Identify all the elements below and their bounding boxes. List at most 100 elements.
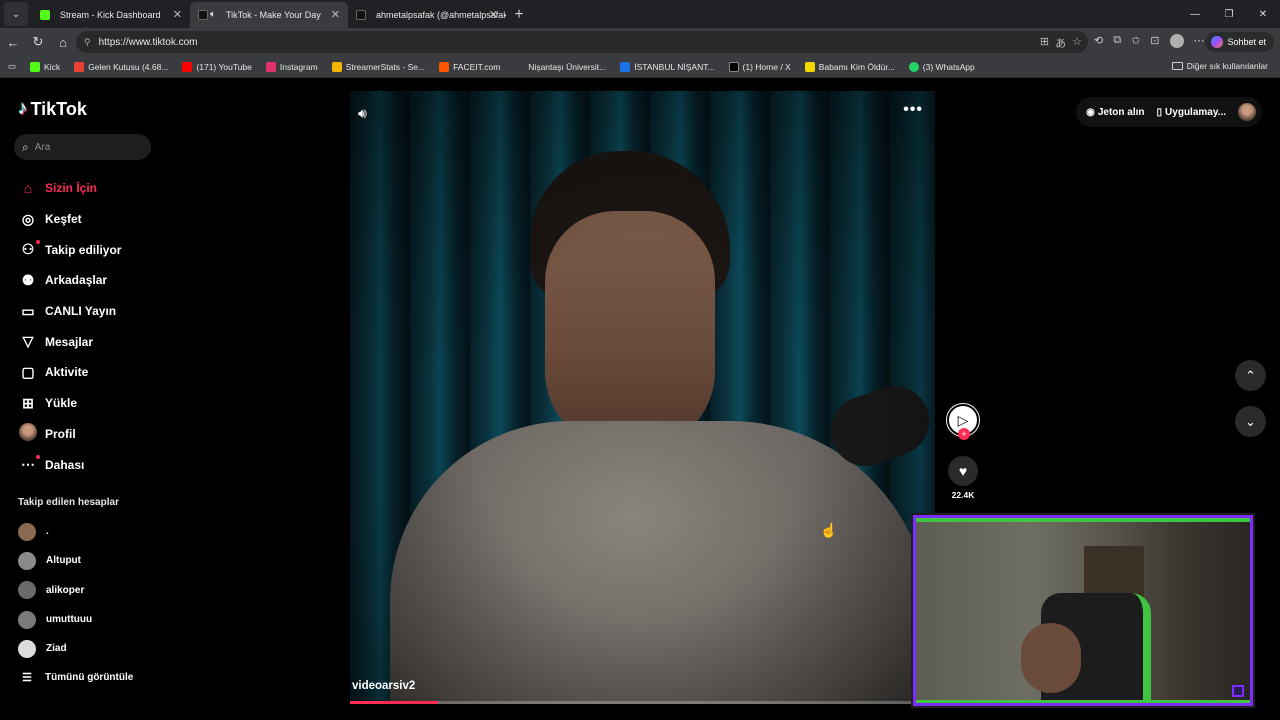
notification-dot: [36, 455, 40, 460]
bookmark-faceit[interactable]: FACEIT.com: [439, 61, 500, 72]
bookmark-site-icon: [804, 61, 815, 72]
sidebar-item-explore[interactable]: ◎ Keşfet: [18, 204, 121, 235]
kick-favicon-icon: [40, 10, 50, 20]
address-toolbar: ← ↻ ⌂ ⚲ https://www.tiktok.com ⊞ あ ☆ ⟲ ⧉…: [0, 28, 1280, 56]
more-options-icon[interactable]: •••: [903, 101, 923, 119]
refresh-icon[interactable]: ↻: [26, 30, 50, 54]
overlay-corner-icon: [1232, 685, 1244, 697]
address-bar[interactable]: ⚲ https://www.tiktok.com ⊞ あ ☆: [76, 31, 1088, 53]
copilot-chat-button[interactable]: Sohbet et: [1205, 32, 1274, 52]
translate-icon[interactable]: あ: [1055, 35, 1066, 51]
audio-playing-icon[interactable]: 🔈︎: [210, 9, 216, 20]
sidebar-item-friends[interactable]: ⚉ Arkadaşlar: [18, 265, 121, 296]
tab-tiktok[interactable]: 🔈︎ TikTok - Make Your Day ✕: [190, 2, 348, 28]
tiktok-favicon-icon: [198, 10, 208, 20]
bookmark-x[interactable]: (1) Home / X: [728, 61, 791, 72]
previous-video-button[interactable]: ⌃: [1235, 360, 1266, 391]
close-tab-icon[interactable]: ✕: [331, 8, 340, 21]
other-favorites-folder[interactable]: Diğer sık kullanılanlar: [1171, 61, 1268, 71]
avatar: [18, 581, 36, 600]
volume-icon[interactable]: 🔊︎: [358, 105, 367, 122]
collections-icon[interactable]: ⊡: [1150, 34, 1159, 48]
kick-icon: [30, 61, 41, 72]
webcam-overlay: [913, 515, 1253, 706]
favorite-star-icon[interactable]: ☆: [1072, 35, 1082, 51]
tab-ahmetalpsafak[interactable]: ahmetalpsafak (@ahmetalpsafak) | ✕: [348, 2, 506, 28]
bookmarks-bar: ▭ Kick Gelen Kutusu (4.68... (171) YouTu…: [0, 56, 1280, 78]
browser-tab-bar: ⌄ Stream - Kick Dashboard ✕ 🔈︎ TikTok - …: [0, 0, 1280, 28]
creator-avatar[interactable]: ▷ +: [947, 404, 979, 440]
sidebar-item-following[interactable]: ⚇ Takip ediliyor: [18, 234, 121, 265]
sidebar-item-live[interactable]: ▭ CANLI Yayın: [18, 296, 121, 327]
friends-icon: ⚉: [21, 271, 35, 288]
get-coins-button[interactable]: ◉ Jeton alın: [1086, 107, 1144, 118]
browser-profile-avatar[interactable]: [1169, 34, 1184, 48]
new-tab-button[interactable]: +: [506, 2, 532, 28]
extension-icon[interactable]: ⟲: [1094, 34, 1103, 48]
following-account[interactable]: alikoper: [18, 576, 92, 605]
copilot-label: Sohbet et: [1227, 37, 1266, 47]
search-box[interactable]: ⌕: [14, 134, 151, 160]
tiktok-logo[interactable]: ♪ TikTok: [18, 98, 87, 120]
user-avatar[interactable]: [1238, 103, 1256, 121]
settings-more-icon[interactable]: ⋯: [1194, 34, 1205, 48]
close-tab-icon[interactable]: ✕: [489, 8, 498, 21]
following-account[interactable]: Altuput: [18, 546, 92, 575]
bookmark-instagram[interactable]: Instagram: [265, 61, 318, 72]
video-author[interactable]: videoarsiv2: [352, 680, 415, 692]
extensions-puzzle-icon[interactable]: ⧉: [1113, 34, 1121, 48]
bookmark-kick[interactable]: Kick: [30, 61, 60, 72]
sidebar-item-upload[interactable]: ⊞ Yükle: [18, 388, 121, 419]
see-all-following-link[interactable]: ☰ Tümünü görüntüle: [18, 671, 133, 684]
following-account[interactable]: Ziad: [18, 634, 92, 663]
video-player[interactable]: 🔊︎ ••• videoarsiv2: [350, 91, 935, 704]
activity-icon: ▢: [21, 363, 35, 380]
site-info-icon[interactable]: ⚲: [84, 37, 91, 48]
bookmark-nisantasi[interactable]: Nişantaşı Üniversit...: [514, 61, 606, 72]
home-icon: ⌂: [23, 180, 33, 197]
bookmark-gmail[interactable]: Gelen Kutusu (4.68...: [74, 61, 168, 72]
bookmark-babami-kim-oldurdu[interactable]: Babamı Kim Öldür...: [804, 61, 895, 72]
minimize-icon[interactable]: —: [1178, 0, 1212, 28]
restore-icon[interactable]: ❐: [1212, 0, 1246, 28]
bookmark-youtube[interactable]: (171) YouTube: [182, 61, 252, 72]
sidebar-item-profile[interactable]: Profil: [18, 419, 121, 450]
following-accounts-list: . Altuput alikoper umuttuuu Ziad: [18, 517, 92, 663]
sidebar-item-for-you[interactable]: ⌂ Sizin İçin: [18, 173, 121, 204]
url-text: https://www.tiktok.com: [98, 36, 198, 48]
avatar: [18, 610, 36, 629]
following-account[interactable]: umuttuuu: [18, 605, 92, 634]
coin-icon: ◉: [1086, 106, 1095, 118]
tiktok-favicon-icon: [356, 10, 366, 20]
favorites-icon[interactable]: ✩: [1131, 34, 1140, 48]
close-tab-icon[interactable]: ✕: [173, 8, 182, 21]
avatar: [18, 522, 36, 541]
list-icon: ☰: [22, 672, 32, 684]
tiktok-page: ♪ TikTok ⌕ ⌂ Sizin İçin ◎ Keşfet ⚇ Takip…: [0, 79, 1280, 720]
video-progress-bar[interactable]: [350, 701, 935, 704]
sidebar-item-activity[interactable]: ▢ Aktivite: [18, 357, 121, 388]
app-available-icon[interactable]: ⊞: [1040, 35, 1049, 51]
bookmark-streamerstats[interactable]: StreamerStats - Se...: [331, 61, 425, 72]
gmail-icon: [74, 61, 85, 72]
sidebar-item-more[interactable]: ⋯ Dahası: [18, 449, 121, 480]
next-video-button[interactable]: ⌄: [1235, 406, 1266, 437]
get-app-button[interactable]: ▯ Uygulamay...: [1157, 107, 1226, 118]
home-icon[interactable]: ⌂: [51, 30, 75, 54]
streamerstats-icon: [331, 61, 342, 72]
tab-kick-dashboard[interactable]: Stream - Kick Dashboard ✕: [32, 2, 190, 28]
close-window-icon[interactable]: ✕: [1246, 0, 1280, 28]
search-input[interactable]: [34, 141, 135, 153]
bookmark-istanbul-nisantasi[interactable]: İSTANBUL NİŞANT...: [620, 61, 715, 72]
back-arrow-icon[interactable]: ←: [1, 30, 25, 54]
bookmark-whatsapp[interactable]: (3) WhatsApp: [908, 61, 975, 72]
tab-actions-menu-button[interactable]: ⌄: [4, 2, 28, 26]
streamer: [1021, 623, 1081, 693]
following-account[interactable]: .: [18, 517, 92, 546]
video-actions: ▷ + ♥ 22.4K: [945, 404, 981, 500]
follow-plus-icon[interactable]: +: [958, 428, 970, 440]
top-right-actions: ◉ Jeton alın ▯ Uygulamay...: [1076, 97, 1262, 127]
sidebar-item-messages[interactable]: ▽ Mesajlar: [18, 326, 121, 357]
like-button[interactable]: ♥: [948, 456, 978, 486]
bookmarks-sidebar-icon[interactable]: ▭: [8, 61, 16, 72]
